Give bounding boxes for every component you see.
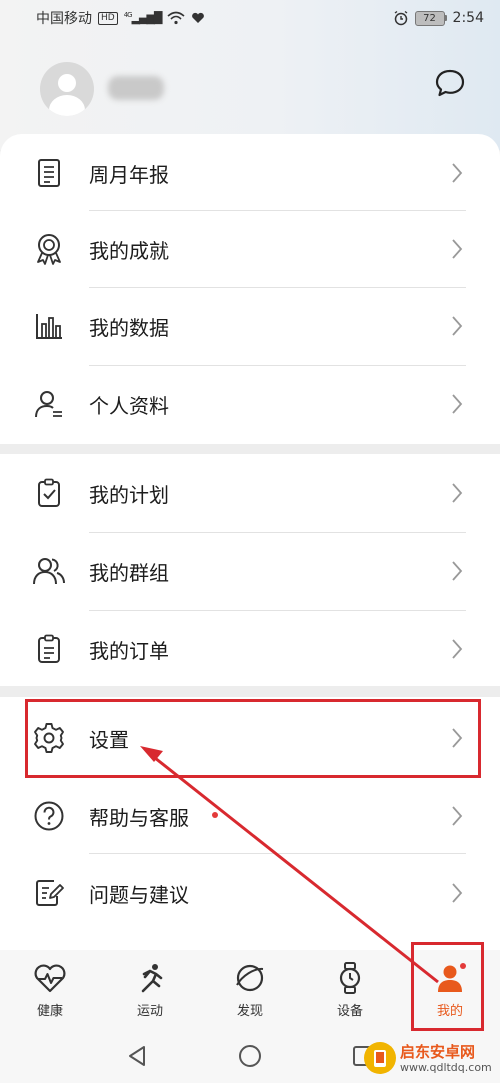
discover-icon (236, 964, 264, 992)
heart-icon (192, 12, 205, 23)
menu-item-label: 我的订单 (89, 638, 169, 663)
watermark-url: www.qdltdq.com (400, 1060, 492, 1074)
running-icon (141, 964, 163, 993)
menu-item-help[interactable]: 帮助与客服 (0, 777, 500, 855)
tab-label: 运动 (136, 1004, 163, 1019)
tab-discover[interactable]: 发现 (200, 950, 300, 1028)
battery-indicator: 72 (414, 10, 447, 26)
tab-label: 健康 (36, 1004, 63, 1019)
chevron-right-icon (452, 316, 463, 336)
alarm-icon (394, 10, 407, 26)
menu-item-label: 我的计划 (89, 482, 169, 507)
chevron-right-icon (452, 239, 463, 259)
menu-item-label: 帮助与客服 (89, 805, 189, 830)
menu-item-label: 周月年报 (89, 162, 169, 187)
group-icon (32, 554, 66, 588)
tab-sport[interactable]: 运动 (100, 950, 200, 1028)
chevron-right-icon (452, 561, 463, 581)
menu-item-my-plan[interactable]: 我的计划 (0, 454, 500, 532)
tab-label: 设备 (336, 1004, 363, 1019)
notification-dot (212, 812, 218, 818)
menu-item-profile[interactable]: 个人资料 (0, 365, 500, 443)
menu-item-label: 我的群组 (89, 560, 169, 585)
menu-group-records: 周月年报 我的成就 我的数据 个人资料 (0, 134, 500, 444)
menu-item-label: 我的成就 (89, 238, 169, 263)
bar-chart-icon (32, 309, 66, 343)
help-icon (32, 799, 66, 833)
menu-item-weekly-report[interactable]: 周月年报 (0, 134, 500, 212)
menu-group-personal: 我的计划 我的群组 我的订单 (0, 454, 500, 686)
feedback-icon (32, 876, 66, 910)
chevron-right-icon (452, 394, 463, 414)
hd-badge: HD (98, 11, 118, 25)
username-redacted[interactable] (108, 76, 164, 100)
carrier-name: 中国移动 (36, 11, 92, 27)
menu-item-my-groups[interactable]: 我的群组 (0, 532, 500, 610)
back-icon[interactable] (126, 1044, 148, 1068)
chevron-right-icon (452, 806, 463, 826)
report-icon (32, 156, 66, 190)
menu-item-label: 个人资料 (89, 393, 169, 418)
heart-pulse-icon (34, 964, 66, 993)
chevron-right-icon (452, 483, 463, 503)
tab-label: 发现 (236, 1004, 263, 1019)
watch-icon (339, 962, 361, 994)
tab-health[interactable]: 健康 (0, 950, 100, 1028)
avatar[interactable] (40, 62, 94, 116)
menu-item-my-orders[interactable]: 我的订单 (0, 610, 500, 688)
watermark: 启东安卓网 www.qdltdq.com (364, 1036, 500, 1080)
chevron-right-icon (452, 883, 463, 903)
chevron-right-icon (452, 163, 463, 183)
clock: 2:54 (452, 10, 484, 26)
order-icon (32, 632, 66, 666)
chat-bubble-icon[interactable] (434, 68, 466, 98)
chevron-right-icon (452, 639, 463, 659)
menu-item-label: 我的数据 (89, 315, 169, 340)
annotation-me-tab-highlight (411, 942, 484, 1031)
signal-icon: 4G▂▄▆█ (123, 11, 163, 25)
profile-icon (32, 387, 66, 421)
wifi-icon (167, 11, 185, 25)
menu-item-feedback[interactable]: 问题与建议 (0, 854, 500, 932)
menu-item-label: 问题与建议 (89, 882, 189, 907)
tab-devices[interactable]: 设备 (300, 950, 400, 1028)
menu-item-achievements[interactable]: 我的成就 (0, 210, 500, 288)
menu-item-my-data[interactable]: 我的数据 (0, 287, 500, 365)
clipboard-check-icon (32, 476, 66, 510)
medal-icon (32, 232, 66, 266)
annotation-settings-highlight (25, 699, 481, 778)
home-icon[interactable] (238, 1044, 262, 1068)
status-bar: 中国移动 HD 4G▂▄▆█ 72 2:54 (0, 0, 500, 36)
watermark-logo-icon (364, 1042, 396, 1074)
watermark-title: 启东安卓网 (400, 1042, 476, 1061)
